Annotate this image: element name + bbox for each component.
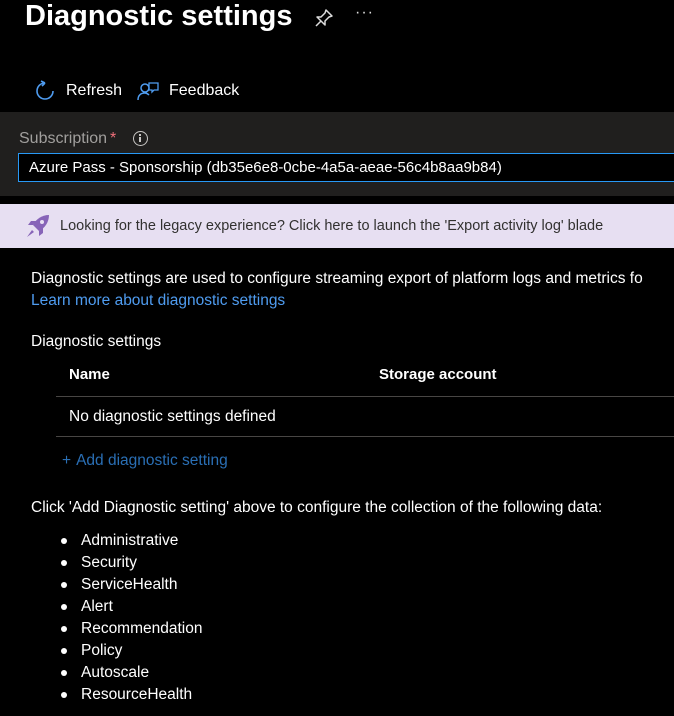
legacy-experience-banner[interactable]: Looking for the legacy experience? Click… — [0, 204, 674, 248]
empty-table-message: No diagnostic settings defined — [69, 408, 276, 425]
plus-icon: + — [62, 452, 72, 469]
subscription-label: Subscription * — [19, 130, 117, 147]
add-diagnostic-setting-button[interactable]: + Add diagnostic setting — [62, 452, 228, 470]
list-item: Autoscale — [31, 662, 202, 684]
pin-icon[interactable] — [314, 8, 334, 28]
data-category-list: Administrative Security ServiceHealth Al… — [31, 530, 202, 706]
more-options-icon[interactable]: ··· — [355, 4, 374, 22]
refresh-icon — [36, 80, 54, 100]
required-marker: * — [110, 130, 117, 147]
list-item: ServiceHealth — [31, 574, 202, 596]
refresh-button[interactable]: Refresh — [34, 80, 122, 102]
add-diagnostic-setting-label: Add diagnostic setting — [76, 452, 228, 469]
learn-more-link[interactable]: Learn more about diagnostic settings — [31, 292, 285, 310]
table-row: No diagnostic settings defined — [56, 397, 674, 437]
rocket-icon — [27, 215, 49, 237]
column-header-storage-account[interactable]: Storage account — [379, 366, 497, 383]
subscription-panel: Subscription * Azure Pass - Sponsorship (… — [0, 112, 674, 196]
list-item: Alert — [31, 596, 202, 618]
refresh-label: Refresh — [66, 82, 123, 99]
list-item: Administrative — [31, 530, 202, 552]
command-bar: Refresh Feedback — [25, 76, 674, 113]
table-header: Name Storage account — [56, 355, 674, 397]
description-text: Diagnostic settings are used to configur… — [31, 270, 643, 287]
column-header-name[interactable]: Name — [69, 366, 110, 383]
page-title: Diagnostic settings — [25, 0, 293, 32]
banner-text[interactable]: Looking for the legacy experience? Click… — [60, 218, 603, 234]
section-title: Diagnostic settings — [31, 333, 162, 350]
list-item: ResourceHealth — [31, 684, 202, 706]
feedback-icon — [137, 82, 159, 101]
instructions-text: Click 'Add Diagnostic setting' above to … — [31, 499, 603, 516]
list-item: Recommendation — [31, 618, 202, 640]
feedback-button[interactable]: Feedback — [137, 80, 239, 102]
subscription-dropdown[interactable]: Azure Pass - Sponsorship (db35e6e8-0cbe-… — [18, 153, 674, 182]
list-item: Policy — [31, 640, 202, 662]
info-icon[interactable] — [133, 131, 148, 146]
list-item: Security — [31, 552, 202, 574]
feedback-label: Feedback — [169, 82, 240, 99]
